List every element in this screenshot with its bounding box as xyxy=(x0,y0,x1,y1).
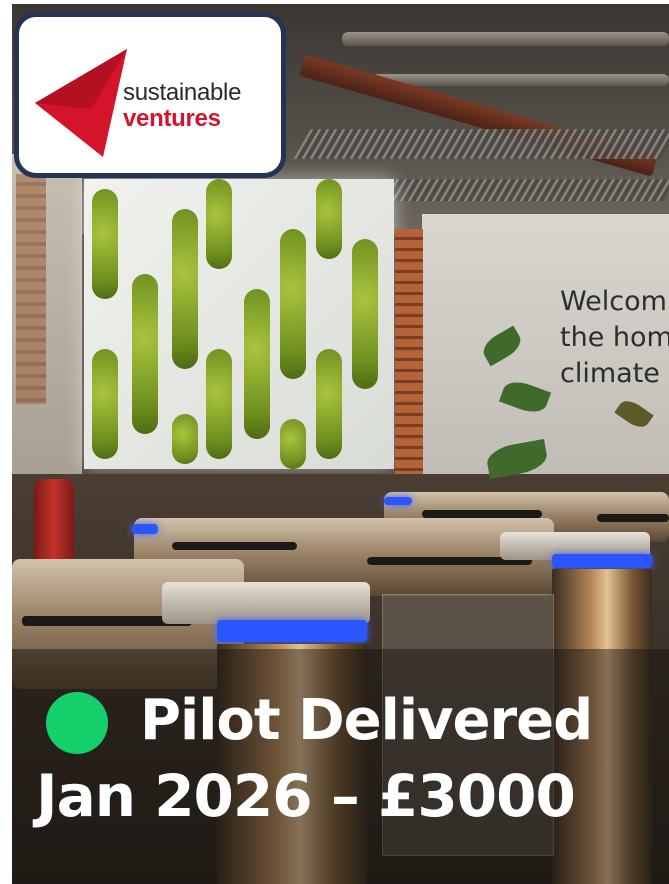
ceiling-pipe xyxy=(342,32,669,46)
turnstile-cap xyxy=(162,582,370,624)
status-headline: Pilot Delivered xyxy=(140,688,593,753)
logo-wordmark-line2: ventures xyxy=(123,105,221,132)
wall-sign-line: Welcom xyxy=(560,286,667,317)
status-detail: Jan 2026 – £3000 xyxy=(36,762,576,830)
moss-strip xyxy=(206,349,232,459)
status-indicator-dot xyxy=(46,692,108,754)
moss-strip xyxy=(316,349,342,459)
moss-strip xyxy=(132,274,158,434)
moss-strip xyxy=(92,189,118,299)
moss-strip xyxy=(172,209,198,369)
turnstile-light xyxy=(552,554,652,568)
moss-strip xyxy=(316,179,342,259)
company-logo-card: sustainable ventures xyxy=(14,12,286,178)
turnstile-slot xyxy=(172,542,297,550)
wall-sign-line: the hom xyxy=(560,322,669,353)
wall-sign: Welcom the hom climate xyxy=(560,284,669,392)
turnstile-slot xyxy=(422,510,542,518)
fire-extinguisher xyxy=(34,479,74,564)
turnstile-light xyxy=(132,524,158,534)
moss-strip xyxy=(352,239,378,389)
cable-tray xyxy=(293,129,669,159)
red-triangle-logo-icon xyxy=(35,49,127,157)
moss-strip xyxy=(172,414,198,464)
moss-strip xyxy=(280,419,306,469)
moss-strip xyxy=(280,229,306,379)
turnstile-light xyxy=(384,497,412,505)
moss-strip xyxy=(206,179,232,269)
turnstile-slot xyxy=(597,514,669,522)
wall-sign-line: climate xyxy=(560,358,660,389)
turnstile-light xyxy=(217,620,367,642)
moss-wall-panel xyxy=(84,179,394,469)
moss-strip xyxy=(92,349,118,459)
brick-pillar xyxy=(395,229,423,489)
logo-wordmark-line1: sustainable xyxy=(123,79,242,106)
ceiling-pipe xyxy=(372,74,669,86)
moss-strip xyxy=(244,289,270,439)
